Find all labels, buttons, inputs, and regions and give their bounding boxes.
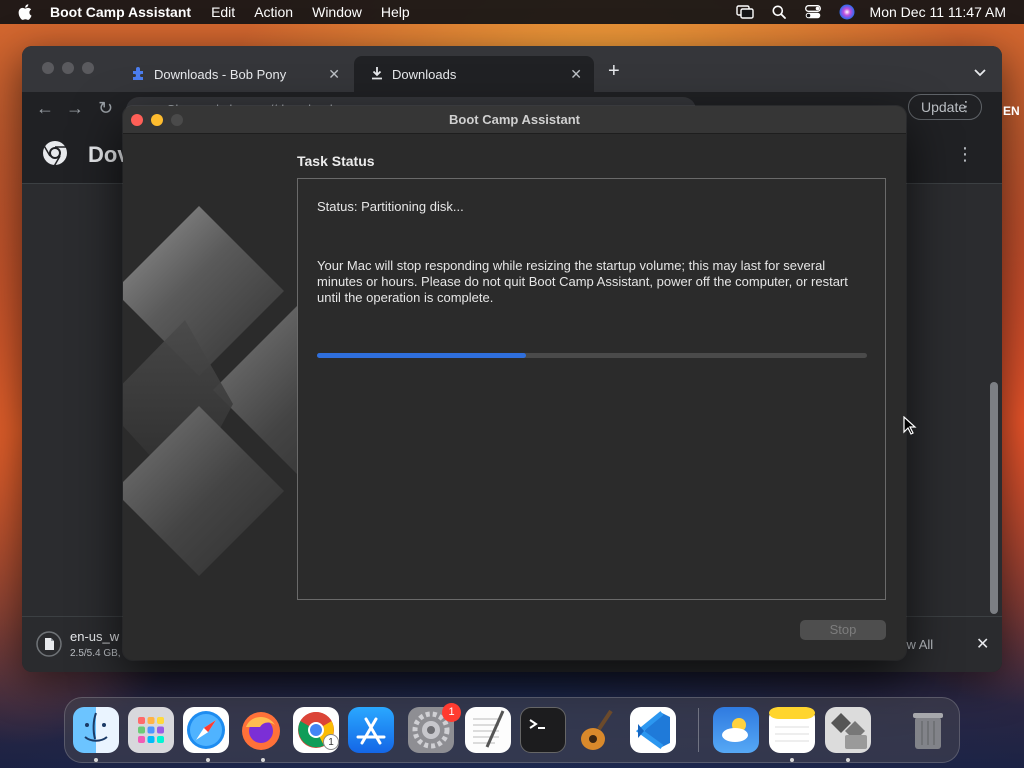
menu-help[interactable]: Help <box>381 4 410 20</box>
downloads-menu-icon[interactable]: ⋮ <box>956 144 974 165</box>
launchpad-icon[interactable] <box>128 707 174 753</box>
file-icon <box>36 631 62 662</box>
tab-title: Downloads <box>392 66 457 82</box>
visual-studio-code-icon[interactable] <box>630 707 676 753</box>
app-store-icon[interactable] <box>348 707 394 753</box>
forward-arrow-icon[interactable]: → <box>66 98 84 119</box>
firefox-icon[interactable] <box>238 707 284 753</box>
chrome-zoom-button[interactable] <box>82 62 94 74</box>
scrollbar-thumb[interactable] <box>990 382 998 614</box>
close-shelf-icon[interactable]: ✕ <box>976 634 989 654</box>
menu-window[interactable]: Window <box>312 4 362 20</box>
trash-icon[interactable] <box>905 707 951 753</box>
edge-text: EN <box>1003 104 1020 118</box>
running-indicator <box>261 758 265 762</box>
puzzle-favicon-icon <box>130 65 146 84</box>
menu-edit[interactable]: Edit <box>211 4 235 20</box>
boot-camp-window: Boot Camp Assistant Task Status Status: … <box>123 106 906 660</box>
siri-icon[interactable] <box>830 0 864 24</box>
new-tab-plus-icon[interactable]: + <box>608 60 620 83</box>
running-indicator <box>790 758 794 762</box>
reload-icon[interactable]: ↻ <box>98 98 113 119</box>
running-indicator <box>206 758 210 762</box>
chrome-logo-icon <box>42 140 68 171</box>
control-center-icon[interactable] <box>796 0 830 24</box>
status-text: Status: Partitioning disk... <box>317 199 464 214</box>
tab-close-icon[interactable]: ✕ <box>570 66 582 83</box>
dock-separator <box>698 708 699 752</box>
mouse-cursor-icon <box>903 416 917 435</box>
settings-update-badge: 1 <box>442 703 461 722</box>
boot-camp-assistant-icon[interactable] <box>825 707 871 753</box>
running-indicator <box>846 758 850 762</box>
window-title: Boot Camp Assistant <box>449 112 580 127</box>
finder-icon[interactable] <box>73 707 119 753</box>
back-arrow-icon[interactable]: ← <box>36 98 54 119</box>
task-status-heading: Task Status <box>297 153 375 169</box>
textedit-icon[interactable] <box>465 707 511 753</box>
stop-button[interactable]: Stop <box>800 620 886 640</box>
download-icon <box>370 66 384 83</box>
safari-icon[interactable] <box>183 707 229 753</box>
warning-message: Your Mac will stop responding while resi… <box>317 258 848 305</box>
app-menu-name[interactable]: Boot Camp Assistant <box>50 4 191 20</box>
partition-progress-bar <box>317 353 867 358</box>
download-progress-text: 2.5/5.4 GB, <box>70 648 121 659</box>
task-status-panel: Status: Partitioning disk... Your Mac wi… <box>297 178 886 600</box>
notes-icon[interactable] <box>769 707 815 753</box>
tab-downloads[interactable]: Downloads ✕ <box>354 56 594 92</box>
menubar-clock[interactable]: Mon Dec 11 11:47 AM <box>870 4 1006 20</box>
download-filename: en-us_w <box>70 629 120 644</box>
garageband-icon[interactable] <box>575 707 621 753</box>
menu-kebab-icon[interactable]: ⋮ <box>959 98 973 115</box>
title-bar: Boot Camp Assistant <box>123 106 906 134</box>
chevron-down-icon[interactable] <box>974 64 986 82</box>
tab-close-icon[interactable]: ✕ <box>328 66 340 83</box>
running-indicator <box>94 758 98 762</box>
screen-mirroring-icon[interactable] <box>728 0 762 24</box>
dock: 1 1 <box>64 697 960 763</box>
weather-icon[interactable] <box>713 707 759 753</box>
progress-fill <box>317 353 526 358</box>
menu-bar: Boot Camp Assistant Edit Action Window H… <box>0 0 1024 24</box>
update-button[interactable]: Update ⋮ <box>908 94 982 120</box>
chrome-minimize-button[interactable] <box>62 62 74 74</box>
menu-action[interactable]: Action <box>254 4 293 20</box>
tab-title: Downloads - Bob Pony <box>154 66 287 82</box>
chrome-close-button[interactable] <box>42 62 54 74</box>
tab-bob-pony[interactable]: Downloads - Bob Pony ✕ <box>114 56 352 92</box>
chrome-download-badge: 1 <box>323 734 339 750</box>
tab-strip: Downloads - Bob Pony ✕ Downloads ✕ + <box>22 46 1002 92</box>
spotlight-search-icon[interactable] <box>762 0 796 24</box>
apple-menu-icon[interactable] <box>0 4 50 20</box>
terminal-icon[interactable] <box>520 707 566 753</box>
